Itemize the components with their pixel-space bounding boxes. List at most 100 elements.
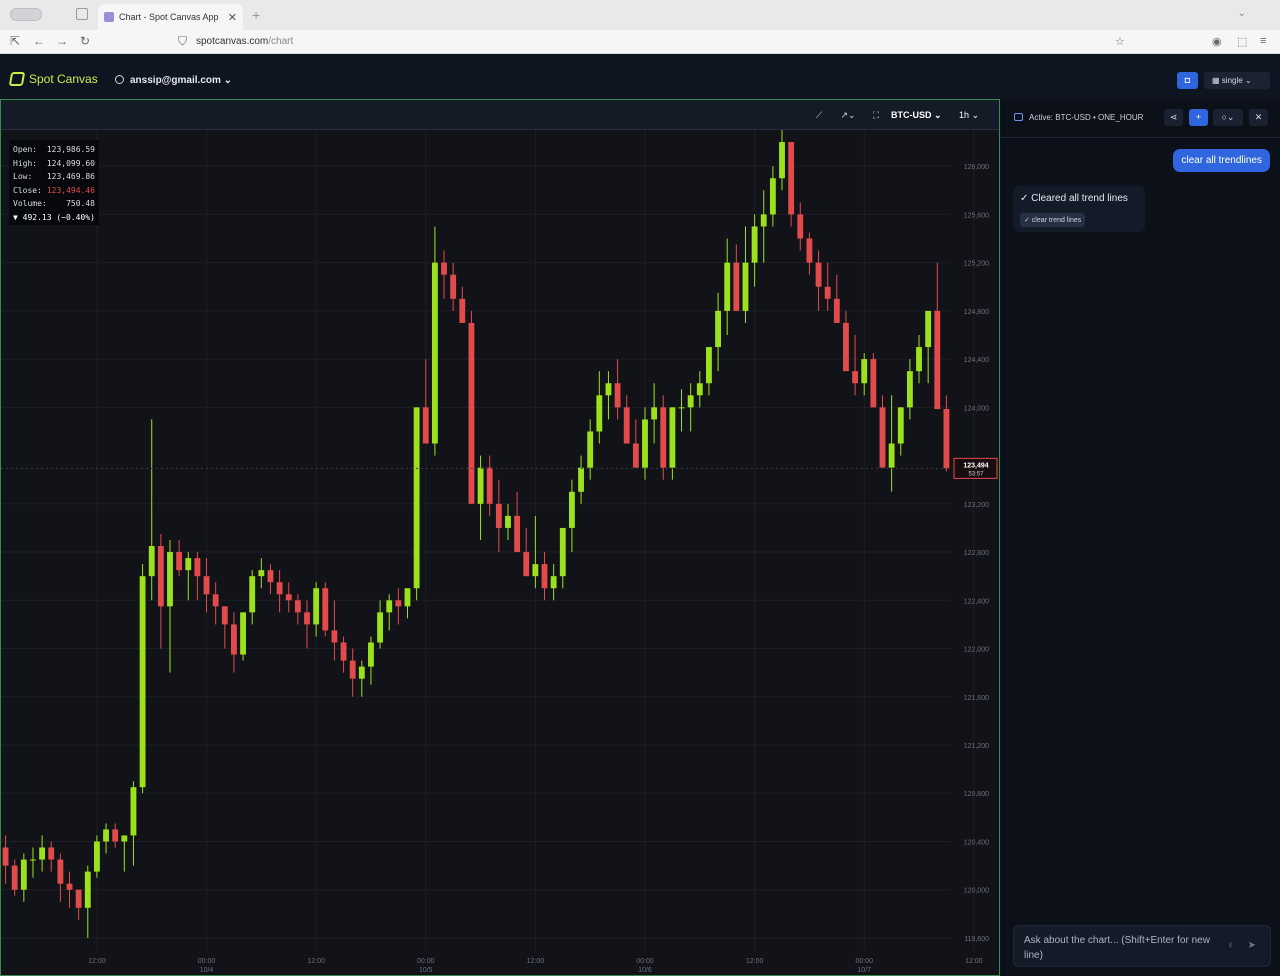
x-tick-label: 12:00 [527,958,545,965]
share-icon[interactable]: ⇱ [10,34,20,48]
layout-label: single [1221,76,1243,85]
indicators-icon[interactable]: ↗⌄ [835,107,861,123]
x-tick-date: 10/4 [200,967,214,974]
close-panel-button[interactable]: ✕ [1249,109,1268,126]
robot-icon: ◘ [1184,75,1191,85]
candle-body [706,347,712,384]
y-tick-label: 124,400 [964,357,989,364]
reload-icon[interactable]: ↻ [80,34,90,48]
candle-body [559,527,566,577]
address-bar[interactable]: spotcanvas.com/chart [196,36,293,47]
layout-select[interactable]: ▦ single ⌄ [1204,72,1270,89]
volume-value: 750.48 [66,199,95,208]
change-value: ▼ 492.13 (−0.40%) [13,212,95,222]
bookmark-star-icon[interactable]: ☆ [1115,35,1125,48]
price-tag-countdown: 53:57 [968,471,984,477]
assistant-panel: Active: BTC-USD • ONE_HOUR ⋖ + ○⌄ ✕ clea… [1001,99,1280,976]
high-label: High: [13,158,38,168]
new-chat-button[interactable]: + [1189,109,1208,126]
candle-body [477,467,484,504]
candle-body [167,552,173,607]
new-tab-icon[interactable]: + [252,7,260,23]
candle-body [103,829,109,842]
x-tick-date: 10/5 [419,967,433,974]
candle-body [212,594,219,607]
y-tick-label: 124,000 [964,405,989,412]
tab-title: Chart - Spot Canvas App [119,12,219,22]
y-tick-label: 125,200 [964,261,989,268]
candle-body [943,409,950,469]
candle-body [20,859,27,890]
candlestick-chart[interactable]: 126,000 125,600 125,200 124,800 124,400 124,0… [1,130,999,975]
lightbulb-icon[interactable]: ♀ [1227,940,1235,951]
y-tick-label: 121,600 [964,695,989,702]
sidebar-toggle-icon[interactable] [10,8,42,21]
candle-body [678,407,685,409]
y-tick-label: 123,200 [964,502,989,509]
url-path: /chart [268,36,294,47]
draw-line-icon[interactable]: ⟋ [809,107,829,123]
candle-body [112,829,119,842]
forward-icon[interactable]: → [56,34,68,48]
chevron-down-icon[interactable]: ⌄ [1238,8,1246,19]
share-icon: ⋖ [1169,112,1178,122]
tab-overview-icon[interactable] [76,8,88,20]
candle-body [258,570,265,577]
user-icon [115,75,124,84]
x-tick-label: 00:00 [636,958,654,965]
candle-body [742,262,749,311]
browser-toolbar: ⇱ ← → ↻ ⛉ spotcanvas.com/chart ☆ ◉ ⬚ ≡ [0,30,1280,54]
candle-body [934,310,941,410]
candle-body [852,371,859,384]
browser-tab[interactable]: Chart - Spot Canvas App ✕ [98,4,243,30]
x-tick-label: 12:00 [746,958,764,965]
tool-call-chip: ✓ clear trend lines [1020,213,1086,227]
candle-body [194,558,201,577]
close-label: Close: [13,185,42,195]
menu-icon[interactable]: ≡ [1260,35,1266,47]
assistant-message: ✓ Cleared all trend lines ✓ clear trend … [1013,186,1145,232]
fullscreen-icon[interactable]: ⛶ [867,107,885,123]
candle-body [523,552,530,577]
symbol-select[interactable]: BTC-USD ⌄ [891,107,942,123]
assistant-message-text: ✓ Cleared all trend lines [1020,193,1128,204]
account-icon[interactable]: ◉ [1212,35,1222,48]
chart-panel: ⟋ ↗⌄ ⛶ BTC-USD ⌄ 1h ⌄ 126,000 125,600 125,… [0,99,1000,976]
app-header: Spot Canvas anssip@gmail.com ⌄ ◘ ▦ singl… [0,55,1280,99]
candle-body [696,383,703,396]
candle-body [240,612,246,655]
timeframe-label: 1h [959,110,970,120]
candle-body [760,214,767,227]
candle-body [797,214,804,239]
candle-body [495,503,502,528]
chevron-down-icon: ⌄ [1244,76,1252,85]
back-icon[interactable]: ← [33,34,45,48]
candle-body [185,558,192,571]
active-context: Active: BTC-USD • ONE_HOUR [1014,113,1143,122]
chat-input[interactable]: Ask about the chart... (Shift+Enter for … [1013,925,1271,967]
candle-body [724,262,731,311]
x-tick-date: 10/7 [857,967,871,974]
chat-history-icon: ○⌄ [1221,112,1235,122]
candle-body [614,383,621,408]
extensions-icon[interactable]: ⬚ [1237,35,1247,48]
y-tick-label: 122,000 [964,647,989,654]
candle-body [450,274,457,299]
y-tick-label: 126,000 [964,164,989,171]
send-icon[interactable]: ➤ [1248,940,1256,951]
candle-body [888,443,895,468]
plus-icon: + [1195,112,1202,122]
candle-body [843,322,849,372]
candle-body [532,564,539,577]
share-button[interactable]: ⋖ [1164,109,1183,126]
timeframe-select[interactable]: 1h ⌄ [959,107,979,123]
assistant-toggle-button[interactable]: ◘ [1177,72,1198,89]
history-button[interactable]: ○⌄ [1213,109,1243,126]
tab-close-icon[interactable]: ✕ [228,11,237,24]
app-logo[interactable]: Spot Canvas [8,72,98,86]
chevron-down-icon: ⌄ [223,75,233,86]
candle-body [642,419,648,468]
shield-icon[interactable]: ⛉ [178,34,187,49]
candle-body [578,467,584,492]
user-menu[interactable]: anssip@gmail.com ⌄ [115,75,232,86]
